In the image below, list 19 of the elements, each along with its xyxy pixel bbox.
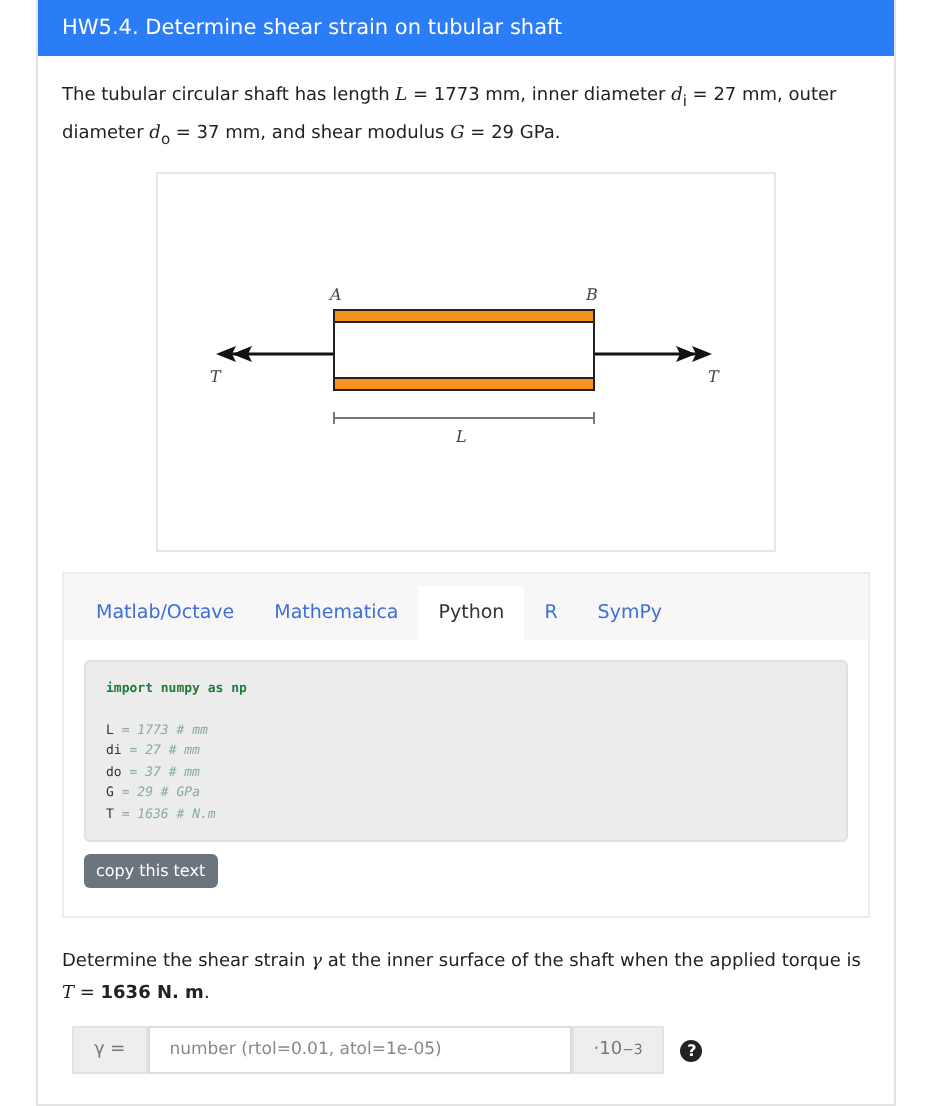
torque-label: T [708, 367, 719, 386]
answer-prefix: γ = [72, 1026, 148, 1075]
language-tab[interactable]: Python [418, 585, 525, 640]
problem-text: The tubular circular shaft has length L = 1773 mm, inner diameter d$_{i}$ = 27 mm, outer diameter d$_{o}$ = 37 mm, and shear modulus G = 29 GPa. [62, 84, 839, 152]
language-tab[interactable]: SymPy [577, 585, 683, 640]
torque-label: T [210, 367, 221, 386]
right-torque-arrow [594, 345, 712, 362]
copy-button[interactable]: copy this text [84, 854, 218, 889]
language-tab[interactable]: Mathematica [254, 585, 419, 640]
language-tab[interactable]: Matlab/Octave [76, 585, 255, 640]
question-text: Determine the shear strain γ at the inner surface of the shaft when the applied torque is T = 1636 N. m. [62, 950, 863, 1009]
length-label: L [456, 427, 467, 446]
language-tab[interactable]: R [524, 585, 578, 640]
help-icon[interactable]: ? [680, 1039, 703, 1062]
answer-field[interactable]: number (rtol=0.01, atol=1e-05) [147, 1026, 572, 1075]
point-label: B [586, 285, 598, 304]
point-label: A [330, 285, 342, 304]
left-torque-arrow [216, 345, 334, 362]
page-title: HW5.4. Determine shear strain on tubular shaft [38, 0, 894, 56]
